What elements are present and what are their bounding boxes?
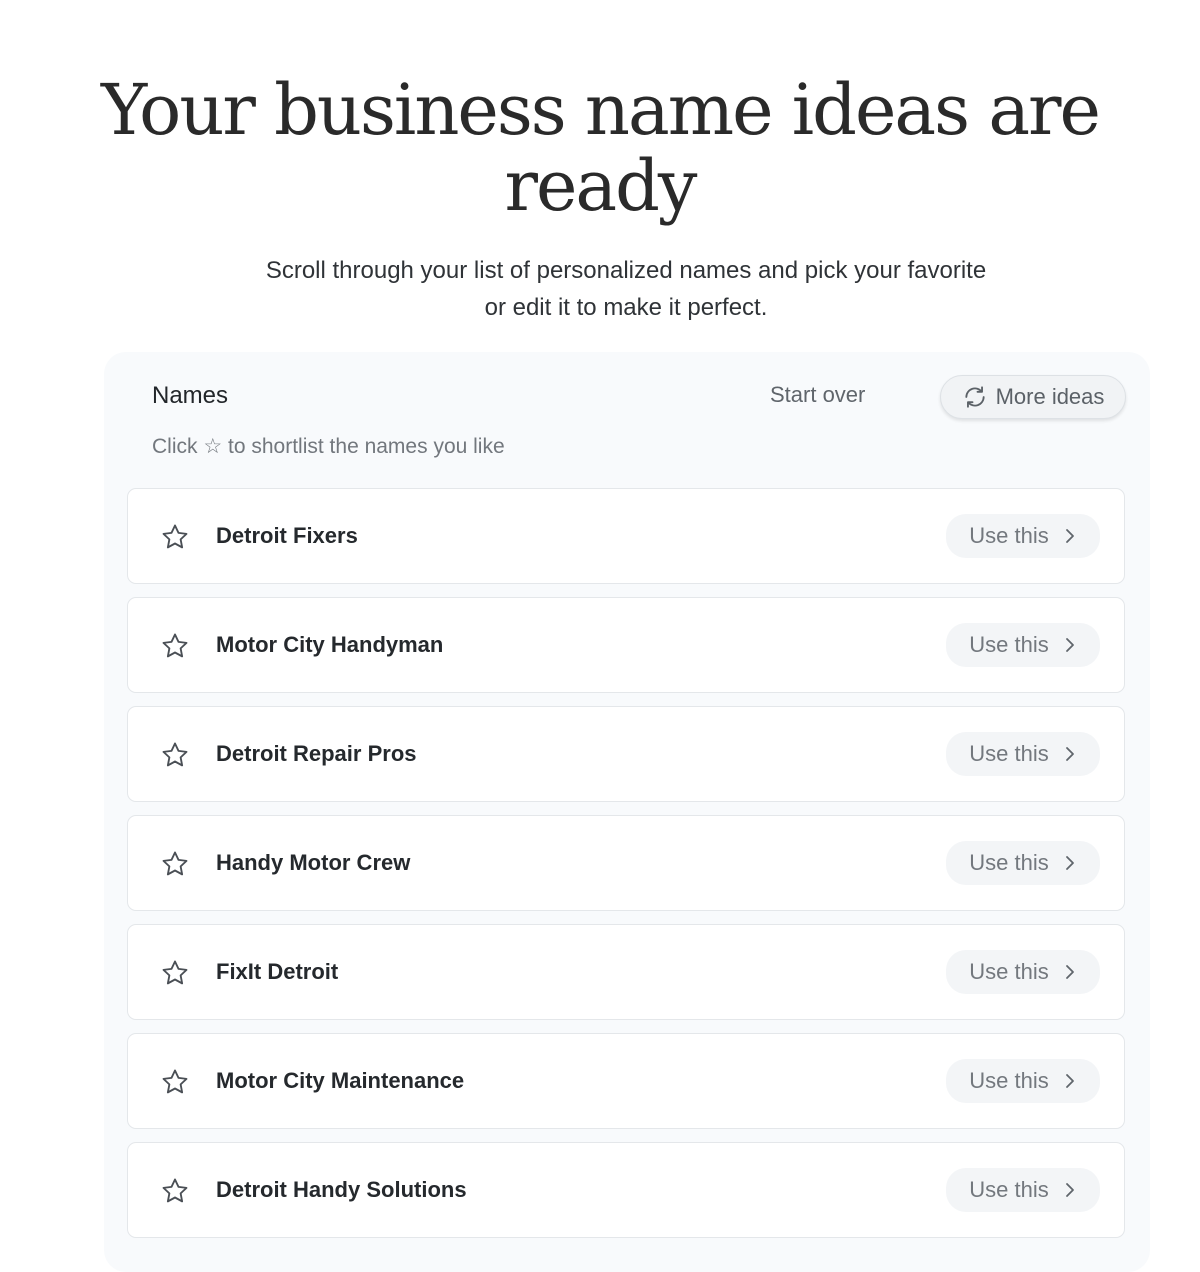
star-outline-icon[interactable]: [160, 958, 190, 988]
page-title: Your business name ideas are ready: [101, 69, 1101, 227]
use-this-button[interactable]: Use this: [946, 1059, 1100, 1103]
business-name: Motor City Maintenance: [216, 1068, 465, 1093]
star-outline-icon[interactable]: [160, 740, 190, 770]
name-row: Detroit Handy Solutions Use this: [127, 1142, 1125, 1238]
chevron-right-icon: [1063, 745, 1077, 763]
more-ideas-label: More ideas: [995, 384, 1105, 409]
business-name: FixIt Detroit: [216, 959, 339, 984]
name-row: Detroit Fixers Use this: [127, 488, 1125, 584]
star-outline-icon[interactable]: [160, 522, 190, 552]
star-outline-icon[interactable]: [160, 1176, 190, 1206]
chevron-right-icon: [1063, 1181, 1077, 1199]
more-ideas-button[interactable]: More ideas: [940, 375, 1126, 419]
name-row: Detroit Repair Pros Use this: [127, 706, 1125, 802]
chevron-right-icon: [1063, 854, 1077, 872]
page-subtitle: Scroll through your list of personalized…: [265, 257, 987, 321]
name-row: Motor City Maintenance Use this: [127, 1033, 1125, 1129]
names-panel: Names Start over More ideas Click ☆ to s…: [104, 352, 1150, 1272]
use-this-button[interactable]: Use this: [946, 732, 1100, 776]
business-name: Detroit Fixers: [216, 523, 358, 548]
panel-title: Names: [152, 382, 229, 409]
name-row: Motor City Handyman Use this: [127, 597, 1125, 693]
chevron-right-icon: [1063, 636, 1077, 654]
use-this-button[interactable]: Use this: [946, 1168, 1100, 1212]
chevron-right-icon: [1063, 527, 1077, 545]
use-this-button[interactable]: Use this: [946, 841, 1100, 885]
start-over-button[interactable]: Start over: [770, 382, 865, 408]
business-name: Motor City Handyman: [216, 632, 444, 657]
chevron-right-icon: [1063, 963, 1077, 981]
use-this-button[interactable]: Use this: [946, 623, 1100, 667]
use-this-label: Use this: [969, 632, 1049, 657]
name-row: FixIt Detroit Use this: [127, 924, 1125, 1020]
use-this-label: Use this: [969, 850, 1049, 875]
hint-prefix: Click: [152, 435, 198, 458]
chevron-right-icon: [1063, 1072, 1077, 1090]
use-this-label: Use this: [969, 1177, 1049, 1202]
use-this-label: Use this: [969, 959, 1049, 984]
use-this-button[interactable]: Use this: [946, 514, 1100, 558]
business-name: Detroit Handy Solutions: [216, 1177, 467, 1202]
hint-suffix: to shortlist the names you like: [228, 435, 505, 458]
use-this-label: Use this: [969, 741, 1049, 766]
hint-star-icon: ☆: [203, 435, 223, 458]
shortlist-hint: Click ☆ to shortlist the names you like: [152, 434, 505, 459]
name-row: Handy Motor Crew Use this: [127, 815, 1125, 911]
use-this-label: Use this: [969, 523, 1049, 548]
use-this-label: Use this: [969, 1068, 1049, 1093]
use-this-button[interactable]: Use this: [946, 950, 1100, 994]
business-name: Detroit Repair Pros: [216, 741, 417, 766]
star-outline-icon[interactable]: [160, 849, 190, 879]
star-outline-icon[interactable]: [160, 631, 190, 661]
refresh-icon: [962, 384, 988, 410]
star-outline-icon[interactable]: [160, 1067, 190, 1097]
business-name: Handy Motor Crew: [216, 850, 411, 875]
